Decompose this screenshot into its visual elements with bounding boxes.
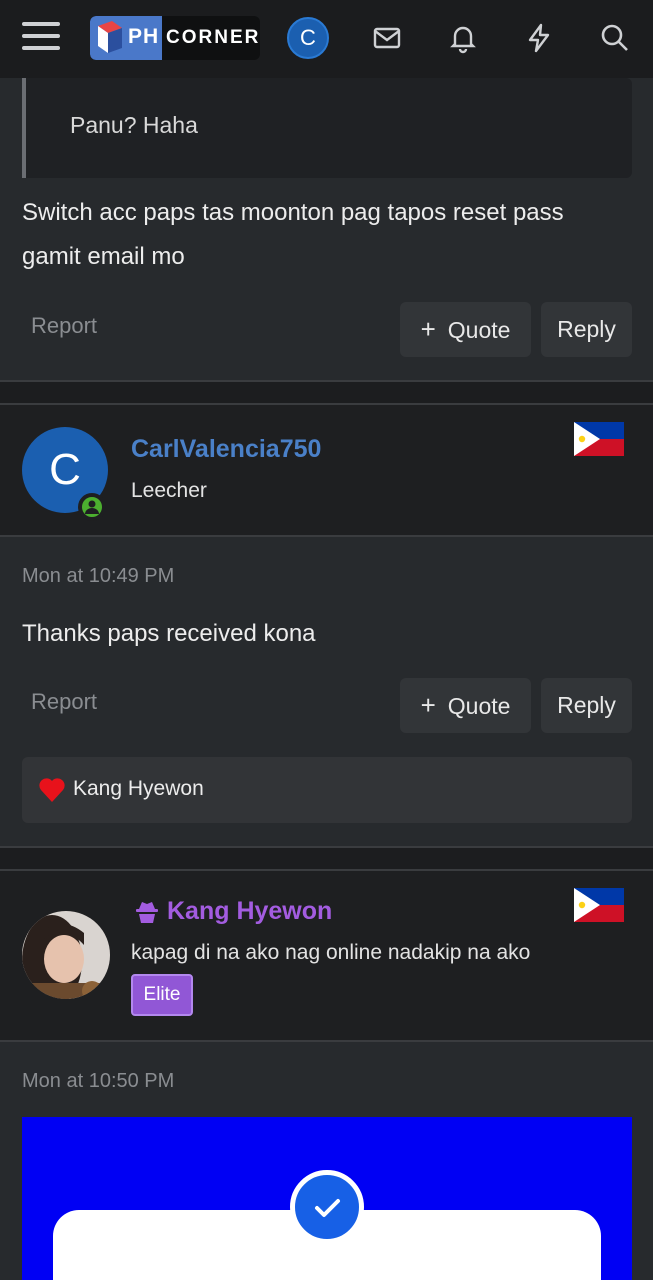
post-2-user-title: Leecher: [131, 479, 207, 502]
plus-icon: +: [420, 690, 436, 720]
menu-icon[interactable]: [22, 22, 60, 54]
attachment-image[interactable]: [22, 1117, 632, 1280]
reply-button[interactable]: Reply: [541, 302, 632, 357]
philippines-flag-icon: [574, 422, 624, 456]
user-avatar-photo[interactable]: [22, 911, 110, 999]
elite-badge: Elite: [131, 974, 193, 1016]
reaction-user[interactable]: Kang Hyewon: [73, 777, 204, 801]
online-status-icon: [78, 493, 106, 521]
post-2-timestamp[interactable]: Mon at 10:49 PM: [22, 565, 174, 588]
quote-button-label: Quote: [447, 317, 511, 343]
reply-button[interactable]: Reply: [541, 678, 632, 733]
search-icon[interactable]: [599, 22, 631, 54]
account-avatar[interactable]: C: [287, 17, 329, 59]
post-1-message: Switch acc paps tas moonton pag tapos re…: [22, 199, 564, 270]
site-logo[interactable]: PH CORNER: [90, 16, 260, 60]
post-2-message: Thanks paps received kona: [22, 620, 316, 647]
post-3-user-title: kapag di na ako nag online nadakip na ak…: [131, 941, 531, 964]
reactions-bar[interactable]: Kang Hyewon: [22, 757, 632, 823]
report-link[interactable]: Report: [31, 689, 97, 715]
logo-ph-text: PH: [128, 25, 160, 48]
bell-icon[interactable]: [447, 22, 479, 54]
report-link[interactable]: Report: [31, 313, 97, 339]
incognito-icon: [134, 899, 160, 925]
philippines-flag-icon: [574, 888, 624, 922]
bolt-icon[interactable]: [523, 22, 555, 54]
quote-text: Panu? Haha: [70, 112, 198, 138]
top-navigation-bar: PH CORNER C: [0, 0, 653, 78]
post-separator: [0, 380, 653, 404]
post-2-username[interactable]: CarlValencia750: [131, 435, 321, 464]
quote-button[interactable]: + Quote: [400, 302, 531, 357]
quoted-message[interactable]: Panu? Haha: [22, 78, 632, 178]
quote-button[interactable]: + Quote: [400, 678, 531, 733]
checkmark-icon: [290, 1170, 364, 1244]
post-3-timestamp[interactable]: Mon at 10:50 PM: [22, 1070, 174, 1093]
mail-icon[interactable]: [371, 22, 403, 54]
heart-icon: [38, 777, 66, 803]
plus-icon: +: [420, 314, 436, 344]
post-separator: [0, 846, 653, 870]
quote-button-label: Quote: [447, 693, 511, 719]
post-3-username[interactable]: Kang Hyewon: [167, 897, 332, 926]
logo-corner-text: CORNER: [166, 27, 260, 48]
